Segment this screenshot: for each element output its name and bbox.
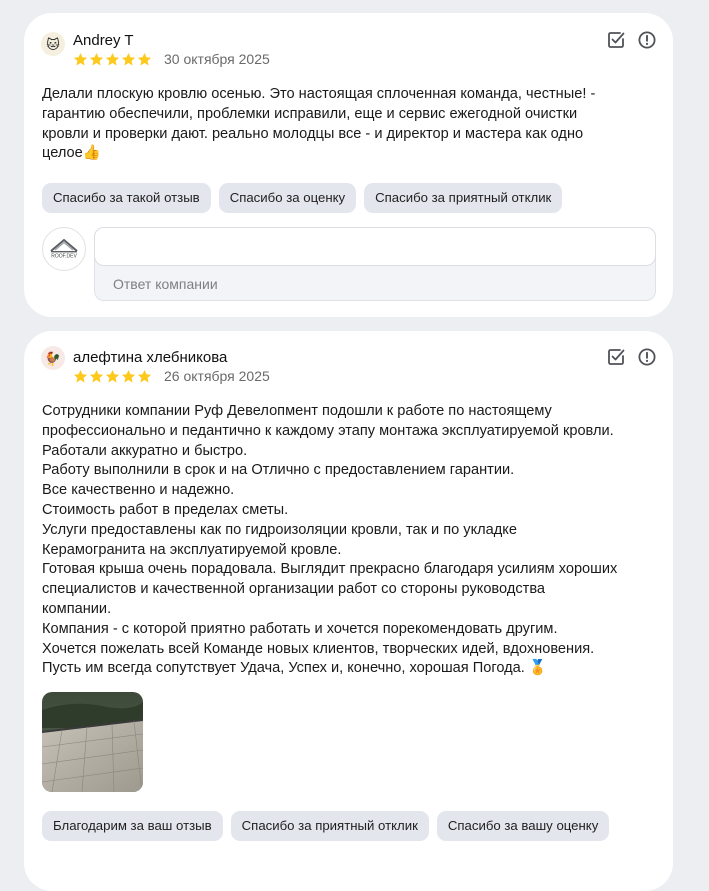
quick-reply-button[interactable]: Спасибо за оценку bbox=[218, 183, 357, 213]
quick-reply-button[interactable]: Спасибо за приятный отклик bbox=[364, 183, 563, 213]
logo-text: ROOF.DEV bbox=[51, 254, 77, 260]
star-icon bbox=[105, 52, 120, 66]
review-card: 🐓 алефтина хлебникова 26 октября 2025 Со… bbox=[24, 331, 673, 891]
author-avatar-icon[interactable]: 🐓 bbox=[41, 346, 65, 370]
quick-reply-button[interactable]: Благодарим за ваш отзыв bbox=[42, 811, 223, 841]
quick-reply-button[interactable]: Спасибо за такой отзыв bbox=[42, 183, 211, 213]
author-name[interactable]: Andrey T bbox=[73, 32, 134, 49]
rating-stars bbox=[73, 369, 152, 384]
reply-input[interactable] bbox=[94, 227, 656, 266]
star-icon bbox=[89, 52, 104, 66]
review-date: 26 октября 2025 bbox=[164, 368, 270, 384]
review-date: 30 октября 2025 bbox=[164, 51, 270, 67]
quick-reply-button[interactable]: Спасибо за приятный отклик bbox=[230, 811, 429, 841]
company-reply-box[interactable]: Ответ компании bbox=[94, 227, 656, 301]
review-photo[interactable] bbox=[42, 692, 143, 792]
reply-label: Ответ компании bbox=[113, 276, 218, 292]
quick-reply-button[interactable]: Спасибо за вашу оценку bbox=[436, 811, 610, 841]
star-icon bbox=[73, 369, 88, 383]
star-icon bbox=[73, 52, 88, 66]
star-icon bbox=[105, 369, 120, 383]
author-avatar-icon[interactable]: 🐱 bbox=[41, 32, 65, 56]
review-text: Сотрудники компании Руф Девелопмент подо… bbox=[42, 403, 618, 677]
report-icon[interactable] bbox=[637, 30, 657, 50]
star-icon bbox=[89, 369, 104, 383]
review-text: Делали плоскую кровлю осенью. Это настоя… bbox=[42, 86, 596, 162]
star-icon bbox=[137, 52, 152, 66]
star-icon bbox=[121, 369, 136, 383]
rating-stars bbox=[73, 52, 152, 67]
quick-reply-chips: Благодарим за ваш отзыв Спасибо за прият… bbox=[42, 811, 610, 841]
roof-terrace-photo bbox=[42, 692, 143, 792]
company-logo: ROOF.DEV bbox=[42, 227, 86, 271]
quick-reply-chips: Спасибо за такой отзыв Спасибо за оценку… bbox=[42, 183, 563, 213]
star-icon bbox=[137, 369, 152, 383]
star-icon bbox=[121, 52, 136, 66]
edit-checkbox-icon[interactable] bbox=[606, 347, 626, 367]
edit-checkbox-icon[interactable] bbox=[606, 30, 626, 50]
roof-logo-icon: ROOF.DEV bbox=[50, 238, 78, 260]
review-card: 🐱 Andrey T 30 октября 2025 Делали плоску… bbox=[24, 13, 673, 317]
report-icon[interactable] bbox=[637, 347, 657, 367]
author-name[interactable]: алефтина хлебникова bbox=[73, 349, 227, 366]
